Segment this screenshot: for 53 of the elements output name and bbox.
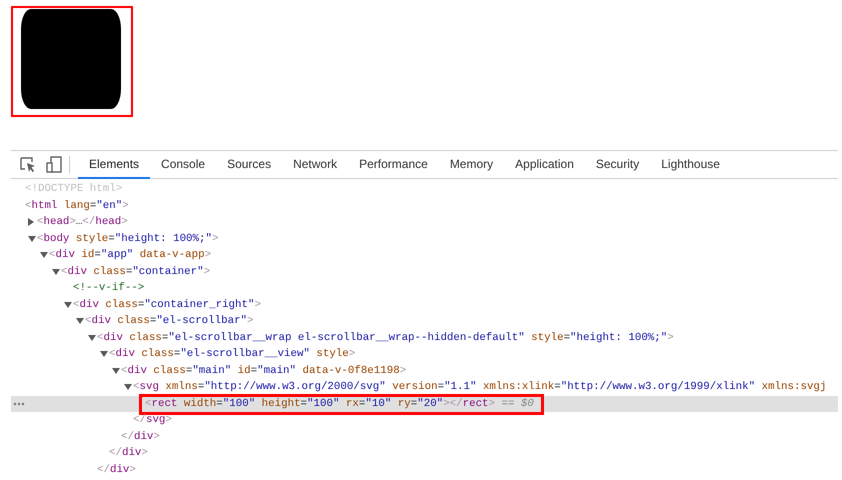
panel-tab[interactable]: Elements bbox=[78, 151, 150, 179]
closing-tag-line: </div> bbox=[97, 462, 136, 478]
tree-row[interactable]: <head>…</head> bbox=[11, 214, 838, 230]
disclosure-triangle-icon[interactable] bbox=[112, 368, 120, 374]
tree-row[interactable]: <html lang="en"> bbox=[11, 198, 838, 214]
tree-row[interactable]: <div class="el-scrollbar"> bbox=[11, 313, 838, 330]
device-toggle-icon[interactable] bbox=[45, 156, 63, 174]
closing-tag-line: </svg> bbox=[133, 413, 172, 428]
closing-tag-line: </div> bbox=[121, 430, 160, 444]
tree-row[interactable]: <div class="container_right"> bbox=[11, 296, 838, 313]
dom-node-line: <body style="height: 100%;"> bbox=[37, 232, 218, 246]
dom-node-line: <div class="container"> bbox=[61, 264, 210, 280]
panel-tab[interactable]: Security bbox=[584, 151, 650, 179]
closing-tag-line: </div> bbox=[109, 446, 148, 461]
inspect-icon[interactable] bbox=[19, 156, 37, 174]
disclosure-triangle-icon[interactable] bbox=[52, 268, 60, 275]
dom-node-line: <div class="main" id="main" data-v-0f8e1198> bbox=[121, 364, 406, 378]
disclosure-triangle-icon[interactable] bbox=[76, 318, 84, 324]
tree-row[interactable]: <svg xmlns="http://www.w3.org/2000/svg" version="1.1" xmlns:xlink="http://www.w3.org/1999/xlink" xmlns:svgj bbox=[11, 379, 838, 396]
dom-node-line: <div id="app" data-v-app> bbox=[49, 248, 212, 263]
dom-node-line: <div class="el-scrollbar"> bbox=[85, 314, 254, 329]
tree-row[interactable]: <div class="el-scrollbar__wrap el-scrollbar__wrap--hidden-default" style="height: 100%;"> bbox=[11, 330, 838, 346]
tree-row[interactable]: <rect width="100" height="100" rx="10" ry="20"></rect> == $0 bbox=[11, 396, 838, 412]
disclosure-triangle-icon[interactable] bbox=[88, 334, 96, 341]
panel-tab[interactable]: Console bbox=[150, 151, 216, 179]
tree-row[interactable]: <!--v-if--> bbox=[11, 280, 838, 296]
disclosure-triangle-icon[interactable] bbox=[40, 252, 48, 258]
panel-tab[interactable]: Application bbox=[504, 151, 585, 179]
tree-row[interactable]: <div id="app" data-v-app> bbox=[11, 247, 838, 264]
disclosure-triangle-icon[interactable] bbox=[28, 236, 36, 242]
panel-tab[interactable]: Sources bbox=[216, 151, 282, 179]
tree-row[interactable]: <div class="el-scrollbar__view" style> bbox=[11, 346, 838, 362]
panel-tab[interactable]: Lighthouse bbox=[650, 151, 731, 179]
tree-row[interactable]: <div class="container"> bbox=[11, 264, 838, 280]
disclosure-triangle-icon[interactable] bbox=[28, 218, 34, 226]
disclosure-triangle-icon[interactable] bbox=[124, 384, 132, 390]
panel-tab[interactable]: Memory bbox=[438, 151, 504, 179]
more-dots-icon[interactable] bbox=[13, 402, 25, 406]
dom-node-line: <rect width="100" height="100" rx="10" ry="20"></rect> == $0 bbox=[145, 396, 534, 412]
dom-node-line: <!--v-if--> bbox=[73, 281, 144, 296]
tree-row[interactable]: <div class="main" id="main" data-v-0f8e1198> bbox=[11, 362, 838, 379]
panel-tab[interactable]: Network bbox=[282, 151, 348, 179]
dom-node-line: <div class="el-scrollbar__wrap el-scrollbar__wrap--hidden-default" style="height: 100%;"> bbox=[97, 330, 674, 346]
dom-node-line: <div class="container_right"> bbox=[73, 298, 261, 312]
dom-node-line: <svg xmlns="http://www.w3.org/2000/svg" version="1.1" xmlns:xlink="http://www.w3.org/1999/xlink" xmlns:svgj bbox=[133, 380, 826, 395]
dom-node-line: <head>…</head> bbox=[37, 215, 128, 230]
dom-node-line: <!DOCTYPE html> bbox=[25, 182, 122, 197]
tree-row[interactable]: <body style="height: 100%;"> bbox=[11, 230, 838, 247]
disclosure-triangle-icon[interactable] bbox=[64, 302, 72, 308]
disclosure-triangle-icon[interactable] bbox=[100, 351, 108, 358]
panel-tab[interactable]: Performance bbox=[348, 151, 439, 179]
dom-node-line: <div class="el-scrollbar__view" style> bbox=[109, 347, 356, 362]
dom-node-line: <html lang="en"> bbox=[25, 198, 129, 214]
